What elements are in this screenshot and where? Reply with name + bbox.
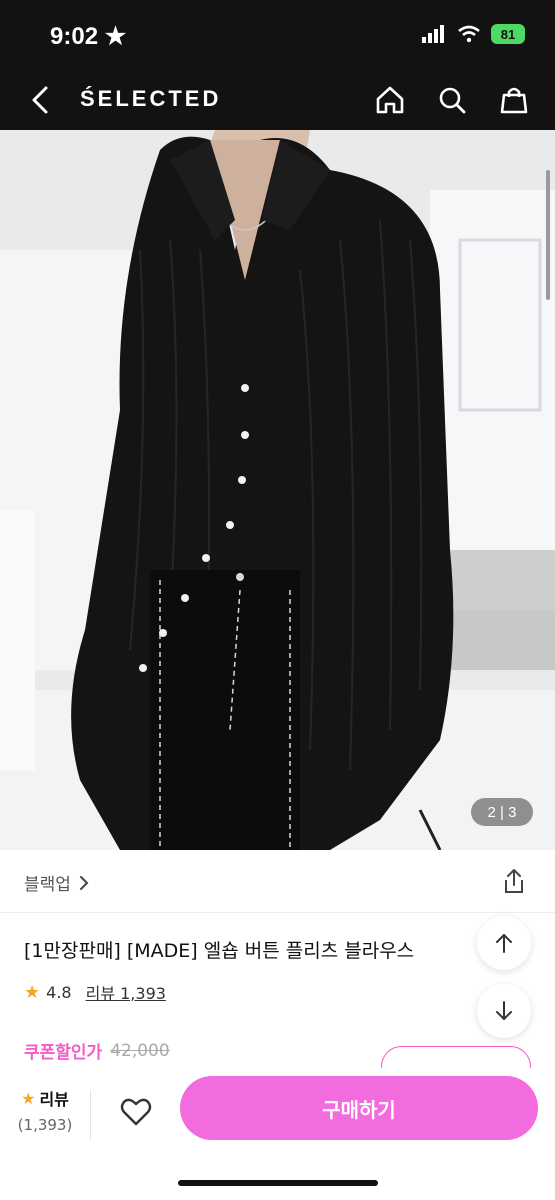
status-bar: 9:02 ★ 81 <box>0 0 555 70</box>
shopping-bag-icon <box>500 87 528 114</box>
status-icons: 81 <box>421 24 525 44</box>
review-link[interactable]: 리뷰 1,393 <box>86 980 166 1004</box>
original-price: 42,000 <box>110 1040 170 1061</box>
top-nav: ŚELECTED <box>0 70 555 130</box>
product-photo <box>0 130 555 850</box>
rating-row: ★ 4.8 리뷰 1,393 <box>24 980 166 1004</box>
battery-level: 81 <box>500 26 516 42</box>
heart-icon <box>120 1098 152 1126</box>
share-icon <box>505 869 523 893</box>
wishlist-button[interactable] <box>112 1088 160 1136</box>
star-icon: ★ <box>24 981 41 1003</box>
wifi-icon <box>458 25 480 43</box>
home-icon <box>376 86 404 114</box>
divider <box>90 1090 91 1140</box>
status-time: 9:02 ★ <box>50 22 126 51</box>
buy-button[interactable]: 구매하기 <box>180 1076 538 1140</box>
back-button[interactable] <box>22 82 58 118</box>
scroll-up-button[interactable] <box>477 916 531 970</box>
review-count: (1,393) <box>17 1116 73 1134</box>
arrow-down-icon <box>496 1001 512 1020</box>
product-image-carousel[interactable]: 2 | 3 <box>0 130 555 850</box>
home-indicator <box>178 1180 378 1186</box>
arrow-up-icon <box>496 934 512 953</box>
cart-button[interactable] <box>496 82 532 118</box>
review-label-row: ★ 리뷰 <box>14 1086 76 1110</box>
search-button[interactable] <box>434 82 470 118</box>
scroll-down-button[interactable] <box>477 984 531 1038</box>
review-summary[interactable]: ★ 리뷰 (1,393) <box>14 1086 76 1135</box>
home-button[interactable] <box>372 82 408 118</box>
search-icon <box>439 87 466 114</box>
share-button[interactable] <box>497 864 531 898</box>
category-name: 블랙업 <box>24 875 71 895</box>
review-label: 리뷰 <box>39 1090 69 1109</box>
price-row: 쿠폰할인가 42,000 <box>24 1038 170 1064</box>
image-counter: 2 | 3 <box>471 798 533 826</box>
brand-logo[interactable]: ŚELECTED <box>80 86 221 112</box>
star-icon: ★ <box>21 1088 36 1108</box>
star-status-icon: ★ <box>104 23 127 50</box>
chevron-left-icon <box>32 86 48 114</box>
chevron-right-icon <box>79 875 89 890</box>
category-link[interactable]: 블랙업 <box>24 870 89 895</box>
time-text: 9:02 <box>50 23 99 50</box>
category-row: 블랙업 <box>0 850 555 913</box>
coupon-price-label: 쿠폰할인가 <box>24 1043 103 1063</box>
signal-icon <box>422 25 444 43</box>
product-title: [1만장판매] [MADE] 엘숍 버튼 플리츠 블라우스 <box>24 940 415 962</box>
battery-icon: 81 <box>491 24 525 44</box>
rating-value: 4.8 <box>46 982 72 1002</box>
